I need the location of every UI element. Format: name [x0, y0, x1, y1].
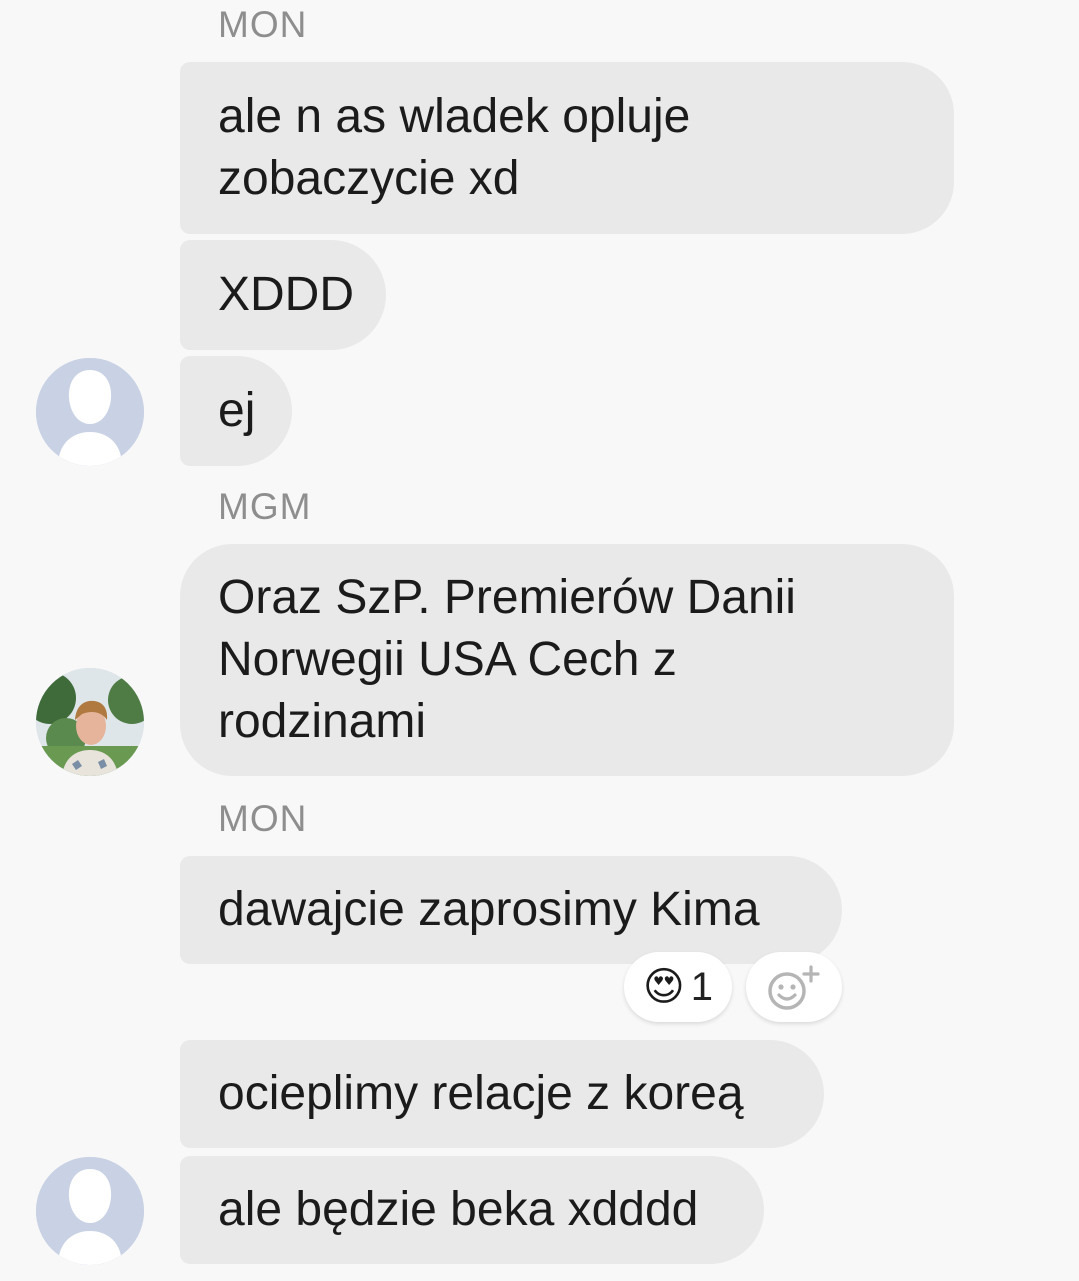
- message-text: ale będzie beka xdddd: [218, 1183, 699, 1236]
- message-text: Oraz SzP. Premierów Danii Norwegii USA C…: [218, 571, 796, 748]
- message-bubble[interactable]: ocieplimy relacje z koreą: [180, 1040, 824, 1148]
- sender-name: MON: [218, 4, 308, 45]
- message-bubble[interactable]: ale będzie beka xdddd: [180, 1156, 764, 1264]
- reaction-count: 1: [690, 964, 713, 1009]
- default-user-avatar-icon: [36, 358, 144, 466]
- message-bubble[interactable]: Oraz SzP. Premierów Danii Norwegii USA C…: [180, 544, 954, 776]
- heart-eyes-emoji-icon: 😍: [643, 965, 685, 1009]
- reaction-pill[interactable]: 😍 1: [624, 952, 732, 1022]
- sender-name: MGM: [218, 486, 312, 527]
- message-text: XDDD: [218, 268, 355, 321]
- message-bubble[interactable]: XDDD: [180, 240, 386, 350]
- message-text: ej: [218, 384, 256, 437]
- avatar[interactable]: [36, 1157, 144, 1265]
- message-text: ocieplimy relacje z koreą: [218, 1067, 744, 1120]
- message-bubble[interactable]: ale n as wladek opluje zobaczycie xd: [180, 62, 954, 234]
- message-bubble[interactable]: ej: [180, 356, 292, 466]
- message-text: ale n as wladek opluje zobaczycie xd: [218, 90, 691, 205]
- avatar[interactable]: [36, 668, 144, 776]
- add-reaction-button[interactable]: [746, 952, 842, 1022]
- avatar[interactable]: [36, 358, 144, 466]
- add-reaction-icon: [768, 965, 820, 1010]
- user-photo-avatar-icon: [36, 668, 144, 776]
- default-user-avatar-icon: [36, 1157, 144, 1265]
- message-text: dawajcie zaprosimy Kima: [218, 883, 760, 936]
- message-bubble[interactable]: dawajcie zaprosimy Kima: [180, 856, 842, 964]
- sender-name: MON: [218, 798, 308, 839]
